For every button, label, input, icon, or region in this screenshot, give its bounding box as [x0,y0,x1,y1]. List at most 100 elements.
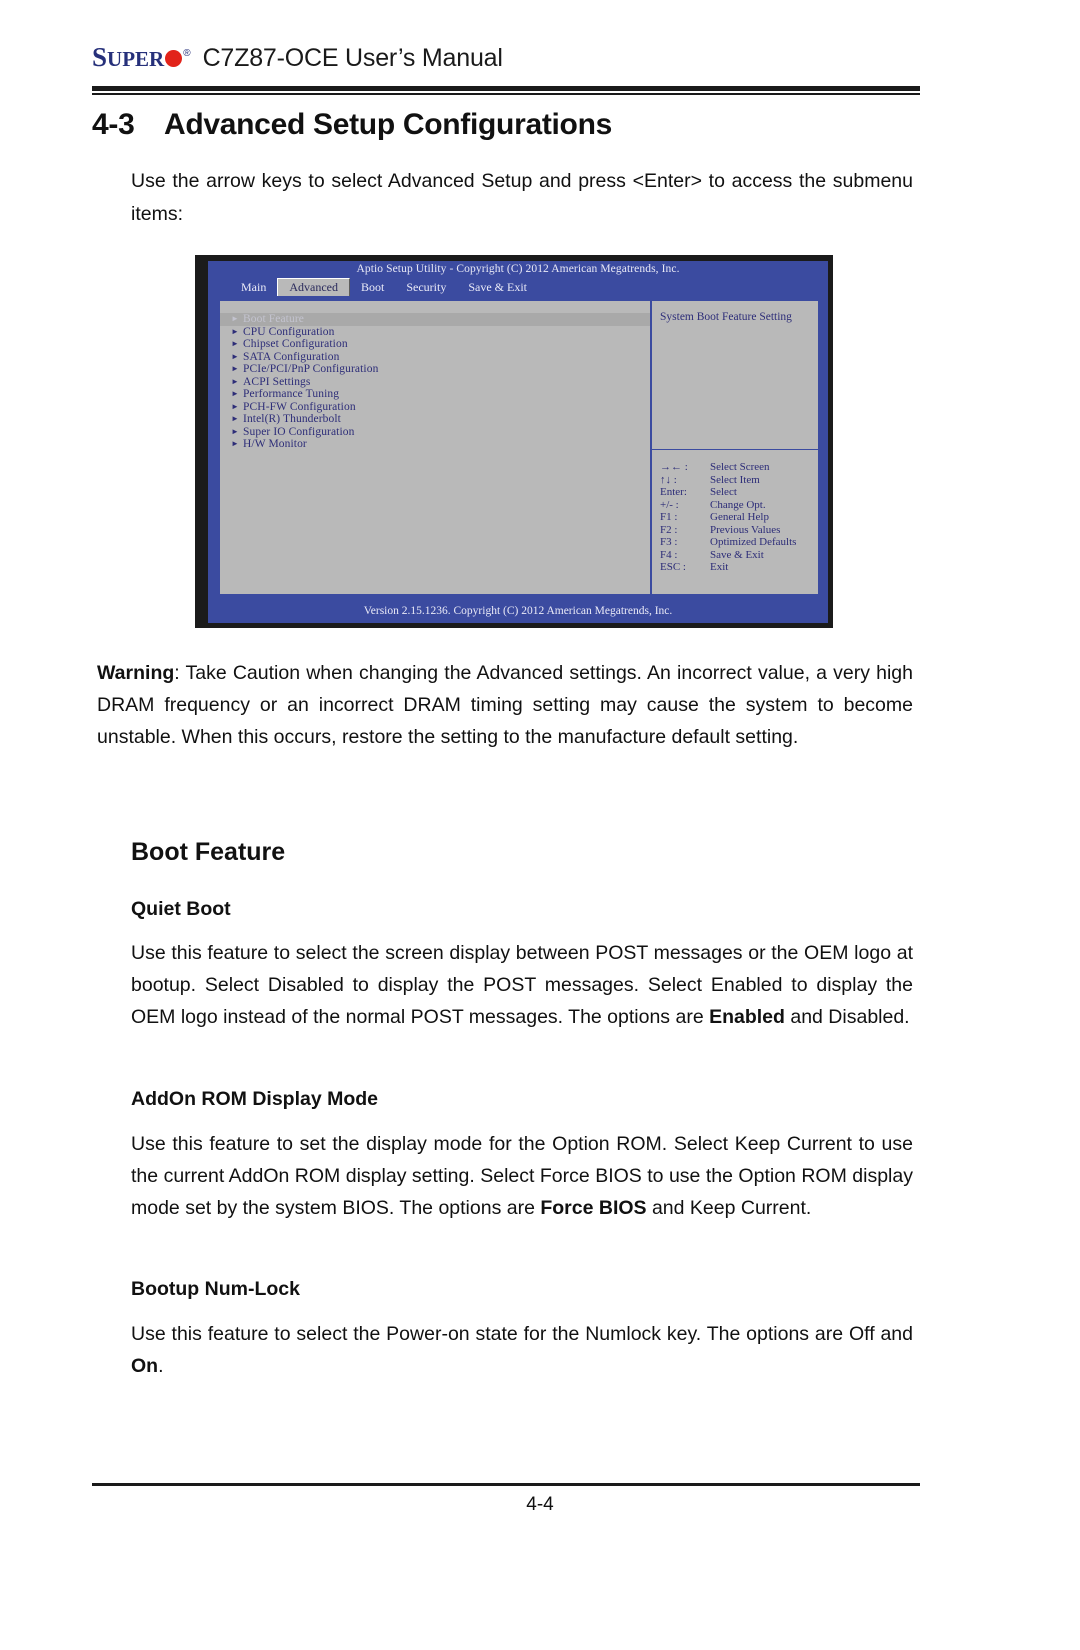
legend-action: Change Opt. [710,498,766,511]
brand-initial: S [92,42,108,72]
legend-key: +/- : [660,498,679,511]
bios-menu-label: ACPI Settings [243,375,311,388]
section-heading: 4-3 Advanced Setup Configurations [92,108,920,142]
legend-row-general-help: F1 : General Help [660,511,816,524]
legend-action: Select [710,486,737,498]
bios-menu-item-intel-thunderbolt[interactable]: ► Intel(R) Thunderbolt [220,413,650,426]
bios-menu-label: PCIe/PCI/PnP Configuration [243,363,379,376]
document-title: C7Z87-OCE User’s Manual [202,44,503,72]
bios-menu-item-pcie-pci-pnp-configuration[interactable]: ► PCIe/PCI/PnP Configuration [220,363,650,376]
legend-key: F2 : [660,523,678,536]
legend-row-exit: ESC : Exit [660,561,816,574]
body-bold-value: Force BIOS [540,1197,647,1219]
legend-key: F1 : [660,511,678,523]
triangle-right-icon: ► [231,364,240,374]
warning-label: Warning [97,662,175,684]
intro-paragraph: Use the arrow keys to select Advanced Se… [131,170,913,225]
manual-page: SUPER ® C7Z87-OCE User’s Manual 4-3 Adva… [0,0,1080,1650]
bios-help-title: System Boot Feature Setting [660,311,792,323]
bios-menu-label: Chipset Configuration [243,338,348,351]
bios-menu-label: CPU Configuration [243,325,335,338]
bios-tab-boot[interactable]: Boot [350,279,395,296]
legend-action: Save & Exit [710,548,764,561]
page-number: 4-4 [526,1494,554,1515]
body-text-part1: Use this feature to select the Power-on … [131,1323,913,1345]
bios-menu-item-super-io-configuration[interactable]: ► Super IO Configuration [220,426,650,439]
footer-rule [92,1483,920,1486]
legend-row-previous-values: F2 : Previous Values [660,524,816,537]
boot-feature-heading: Boot Feature [131,838,286,866]
legend-key: ESC : [660,561,686,573]
bios-screen: Aptio Setup Utility - Copyright (C) 2012… [208,261,828,623]
brand-rest: UPER [107,47,165,71]
bios-help-panel: System Boot Feature Setting →← : Select … [652,301,818,594]
page-header: SUPER ® C7Z87-OCE User’s Manual [92,44,920,90]
triangle-right-icon: ► [231,339,240,349]
bios-key-legend: →← : Select Screen ↑↓ : Select Item Ente… [660,461,816,574]
legend-action: Select Item [710,473,760,486]
body-bold-value: Enabled [709,1006,785,1028]
bios-help-divider [652,449,818,450]
bios-menu-item-chipset-configuration[interactable]: ► Chipset Configuration [220,338,650,351]
bios-tab-save-exit[interactable]: Save & Exit [457,279,538,296]
legend-row-save-exit: F4 : Save & Exit [660,549,816,562]
header-rule-thin [92,93,920,95]
bios-tab-security[interactable]: Security [395,279,457,296]
bios-tab-bar: Main Advanced Boot Security Save & Exit [208,277,828,296]
bios-menu-list: ► Boot Feature ► CPU Configuration ► Chi… [220,301,652,594]
bios-menu-item-acpi-settings[interactable]: ► ACPI Settings [220,376,650,389]
legend-row-select-screen: →← : Select Screen [660,461,816,474]
bios-menu-label: Boot Feature [243,313,304,326]
brand-lockup: SUPER ® C7Z87-OCE User’s Manual [92,44,920,71]
registered-mark-icon: ® [183,48,191,59]
subsection-heading-quiet-boot: Quiet Boot [131,898,231,920]
bios-tab-main[interactable]: Main [230,279,277,296]
bios-menu-item-pch-fw-configuration[interactable]: ► PCH-FW Configuration [220,401,650,414]
legend-action: Select Screen [710,461,770,473]
bios-menu-item-cpu-configuration[interactable]: ► CPU Configuration [220,326,650,339]
legend-row-change-opt: +/- : Change Opt. [660,499,816,512]
legend-row-enter-select: Enter: Select [660,486,816,499]
bios-menu-label: Performance Tuning [243,388,340,401]
subsection-body-bootup-num-lock: Use this feature to select the Power-on … [131,1318,913,1382]
legend-key: F3 : [660,536,678,548]
body-text-part2: and Keep Current. [646,1197,812,1219]
bios-menu-item-performance-tuning[interactable]: ► Performance Tuning [220,388,650,401]
legend-key: Enter: [660,486,687,498]
bios-menu-label: Super IO Configuration [243,425,355,438]
legend-action: General Help [710,511,769,523]
bios-version-footer: Version 2.15.1236. Copyright (C) 2012 Am… [208,599,828,623]
bios-menu-item-boot-feature[interactable]: ► Boot Feature [220,313,650,326]
body-bold-value: On [131,1355,159,1377]
body-text-part2: . [158,1355,164,1377]
triangle-right-icon: ► [231,376,240,386]
bios-menu-item-sata-configuration[interactable]: ► SATA Configuration [220,351,650,364]
triangle-right-icon: ► [231,314,240,324]
legend-action: Optimized Defaults [710,536,797,548]
bios-screenshot: Aptio Setup Utility - Copyright (C) 2012… [195,255,833,628]
supermicro-dot-icon [165,50,183,67]
triangle-right-icon: ► [231,439,240,449]
legend-row-select-item: ↑↓ : Select Item [660,474,816,487]
triangle-right-icon: ► [231,414,240,424]
header-rule-thick [92,86,920,91]
subsection-body-quiet-boot: Use this feature to select the screen di… [131,937,913,1033]
legend-key: ↑↓ : [660,473,677,486]
subsection-heading-addon-rom-display-mode: AddOn ROM Display Mode [131,1088,379,1110]
subsection-body-addon-rom-display-mode: Use this feature to set the display mode… [131,1128,913,1224]
supermicro-wordmark: SUPER [92,44,164,71]
bios-menu-label: H/W Monitor [243,438,307,451]
legend-row-optimized-defaults: F3 : Optimized Defaults [660,536,816,549]
warning-text: : Take Caution when changing the Advance… [97,662,913,748]
bios-menu-label: Intel(R) Thunderbolt [243,413,341,426]
bios-menu-item-hw-monitor[interactable]: ► H/W Monitor [220,438,650,451]
triangle-right-icon: ► [231,351,240,361]
body-text-part2: and Disabled. [784,1006,910,1028]
section-number: 4-3 [92,108,135,141]
warning-paragraph: Warning: Take Caution when changing the … [97,657,913,753]
legend-key: →← : [660,461,688,473]
bios-title-bar: Aptio Setup Utility - Copyright (C) 2012… [356,263,680,275]
triangle-right-icon: ► [231,389,240,399]
bios-menu-label: SATA Configuration [243,350,340,363]
bios-tab-advanced[interactable]: Advanced [277,278,350,296]
